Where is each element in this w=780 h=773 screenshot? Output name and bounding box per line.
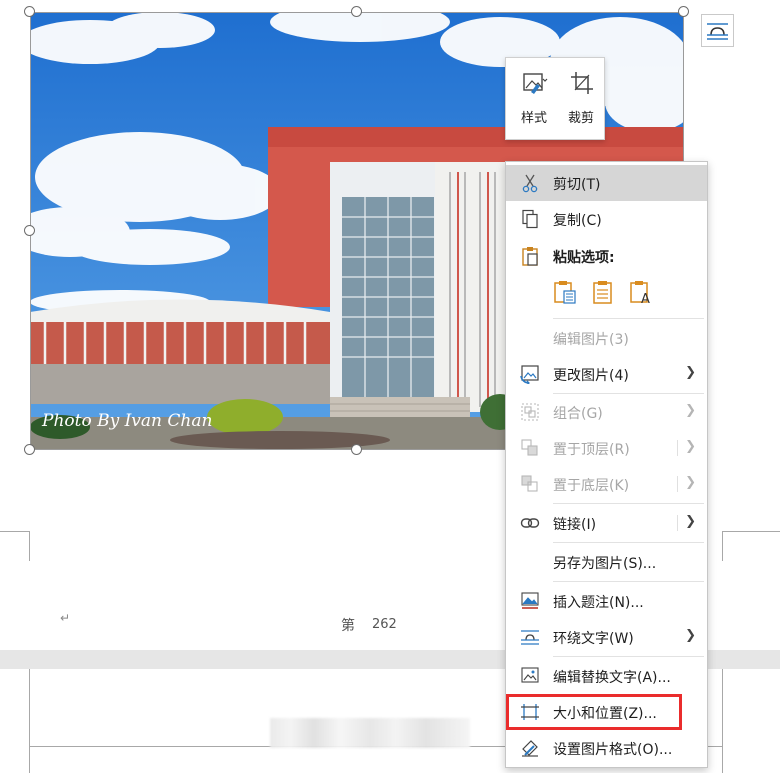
next-page-left-edge	[29, 669, 30, 773]
menu-item-link[interactable]: 链接(I) ❯	[506, 505, 707, 541]
menu-item-label: 链接(I)	[553, 517, 597, 533]
format-picture-icon	[522, 740, 538, 757]
context-menu: 剪切(T) 复制(C) 粘贴选项: A 编辑图片(3) 更改图片(4) ❯ 组合…	[505, 161, 708, 768]
menu-item-label: 环绕文字(W)	[553, 631, 634, 647]
page-corner-left-h	[0, 531, 30, 532]
menu-separator	[553, 503, 704, 504]
crop-button[interactable]: 裁剪	[557, 58, 605, 140]
menu-item-label: 组合(G)	[553, 406, 603, 422]
menu-item-bring-to-front[interactable]: 置于顶层(R) ❯	[506, 430, 707, 466]
scissors-icon	[522, 174, 538, 193]
picture-style-icon	[523, 73, 548, 94]
page-corner-right-h	[722, 531, 780, 532]
split-divider	[677, 515, 678, 531]
resize-handle-top-middle[interactable]	[351, 6, 362, 17]
mini-toolbar: 样式 裁剪	[505, 57, 605, 140]
crop-icon	[571, 72, 593, 94]
submenu-arrow-icon: ❯	[685, 439, 696, 454]
next-page-right-edge	[722, 669, 723, 773]
menu-separator	[553, 542, 704, 543]
crop-label: 裁剪	[567, 111, 594, 126]
photo-watermark: Photo By Ivan Chan	[41, 411, 212, 431]
resize-handle-middle-left[interactable]	[24, 225, 35, 236]
menu-item-label: 置于底层(K)	[553, 478, 630, 494]
page-number: 262	[372, 617, 397, 632]
paste-keep-formatting-icon[interactable]	[553, 279, 577, 305]
insert-caption-icon	[521, 592, 539, 609]
menu-item-label: 粘贴选项:	[553, 250, 615, 266]
menu-item-label: 复制(C)	[553, 213, 602, 229]
split-divider	[677, 440, 678, 456]
menu-item-copy[interactable]: 复制(C)	[506, 201, 707, 237]
menu-item-label: 剪切(T)	[553, 177, 601, 193]
submenu-arrow-icon: ❯	[685, 365, 696, 380]
paste-text-only-icon[interactable]: A	[629, 279, 653, 305]
change-picture-icon	[520, 365, 539, 384]
paragraph-mark: ↵	[60, 611, 71, 625]
resize-handle-bottom-middle[interactable]	[351, 444, 362, 455]
menu-item-cut[interactable]: 剪切(T)	[506, 165, 707, 201]
menu-item-wrap-text[interactable]: 环绕文字(W) ❯	[506, 619, 707, 655]
bring-to-front-icon	[521, 439, 538, 456]
page-corner-right-v	[722, 531, 723, 561]
send-to-back-icon	[521, 475, 538, 492]
menu-item-format-picture[interactable]: 设置图片格式(O)...	[506, 730, 707, 766]
submenu-arrow-icon: ❯	[685, 475, 696, 490]
link-icon	[520, 518, 540, 528]
menu-separator	[553, 656, 704, 657]
menu-item-label: 编辑图片(3)	[553, 332, 629, 348]
annotation-highlight-box	[506, 694, 682, 730]
resize-handle-top-left[interactable]	[24, 6, 35, 17]
menu-item-label: 设置图片格式(O)...	[553, 742, 673, 758]
menu-separator	[553, 581, 704, 582]
paste-icon	[522, 247, 538, 266]
menu-item-save-as-picture[interactable]: 另存为图片(S)...	[506, 544, 707, 580]
style-button[interactable]: 样式	[510, 58, 558, 140]
menu-item-label: 置于顶层(R)	[553, 442, 630, 458]
alt-text-icon	[521, 667, 539, 683]
style-label: 样式	[520, 111, 547, 126]
menu-item-insert-caption[interactable]: 插入题注(N)...	[506, 583, 707, 619]
menu-item-edit-picture[interactable]: 编辑图片(3)	[506, 320, 707, 356]
layout-options-icon	[707, 23, 728, 40]
menu-item-label: 更改图片(4)	[553, 368, 629, 384]
menu-item-label: 另存为图片(S)...	[553, 556, 657, 572]
resize-handle-top-right[interactable]	[678, 6, 689, 17]
paste-picture-icon[interactable]	[591, 279, 615, 305]
menu-item-group[interactable]: 组合(G) ❯	[506, 394, 707, 430]
menu-item-label: 插入题注(N)...	[553, 595, 644, 611]
layout-options-button[interactable]	[701, 14, 734, 47]
menu-item-edit-alt-text[interactable]: 编辑替换文字(A)...	[506, 658, 707, 694]
wrap-text-icon	[521, 630, 539, 645]
copy-icon	[522, 209, 538, 229]
svg-text:A: A	[641, 292, 650, 305]
page-corner-left-v	[29, 531, 30, 561]
submenu-arrow-icon: ❯	[685, 403, 696, 418]
submenu-arrow-icon: ❯	[685, 628, 696, 643]
menu-item-change-picture[interactable]: 更改图片(4) ❯	[506, 356, 707, 392]
blurred-text	[270, 718, 470, 748]
split-divider	[677, 476, 678, 492]
menu-item-send-to-back[interactable]: 置于底层(K) ❯	[506, 466, 707, 502]
page-label: 第	[341, 618, 355, 634]
resize-handle-bottom-left[interactable]	[24, 444, 35, 455]
menu-item-paste-options: 粘贴选项:	[506, 238, 707, 274]
menu-item-label: 编辑替换文字(A)...	[553, 670, 671, 686]
menu-separator	[553, 318, 704, 319]
submenu-arrow-icon: ❯	[685, 514, 696, 529]
group-icon	[521, 403, 539, 421]
